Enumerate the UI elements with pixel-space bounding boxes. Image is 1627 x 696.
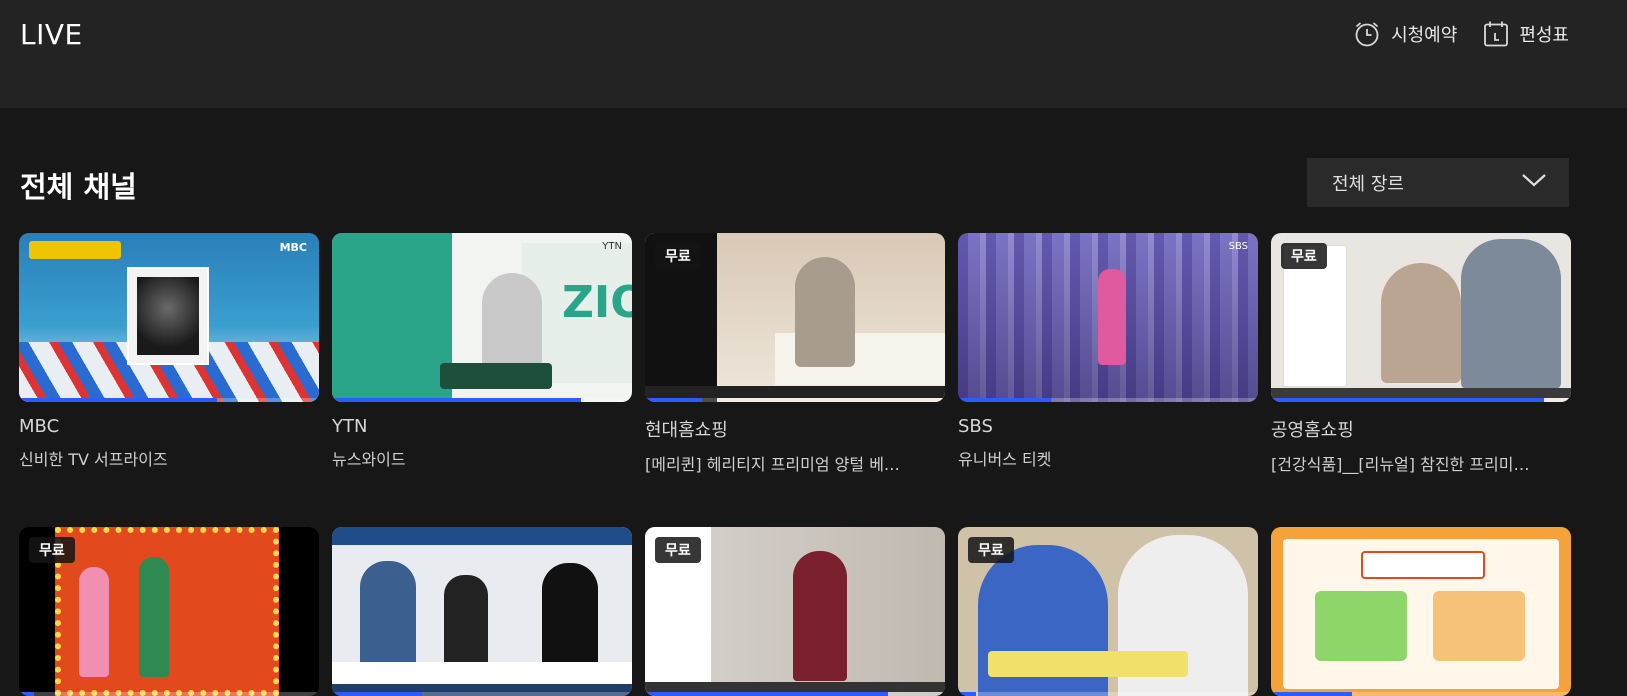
channel-card[interactable] [332, 527, 632, 696]
program-title: 뉴스와이드 [332, 450, 406, 469]
channel-card[interactable]: ZIO YTN YTN 뉴스와이드 [332, 233, 632, 475]
progress-fill [19, 398, 217, 402]
channel-thumbnail[interactable]: ZIO YTN [332, 233, 632, 402]
free-badge: 무료 [968, 537, 1014, 563]
channel-thumbnail[interactable]: SBS [958, 233, 1258, 402]
channel-card[interactable]: 무료 [19, 527, 319, 696]
live-frame-image [332, 527, 632, 696]
channel-thumbnail[interactable]: 무료 [1271, 233, 1571, 402]
free-badge: 무료 [655, 537, 701, 563]
channel-thumbnail[interactable] [1271, 527, 1571, 696]
channel-card[interactable]: 무료 [645, 527, 945, 696]
live-frame-image [1271, 527, 1571, 696]
progress-fill [19, 692, 34, 696]
channel-thumbnail[interactable]: 무료 [958, 527, 1258, 696]
genre-select-value: 전체 장르 [1332, 173, 1404, 195]
top-actions: 시청예약 편성표 [1353, 20, 1569, 48]
channel-name: 현대홈쇼핑 [645, 420, 728, 441]
schedule-label: 편성표 [1519, 25, 1569, 46]
channel-card[interactable]: 무료 [958, 527, 1258, 696]
program-title: [메리퀸] 헤리티지 프리미엄 양털 베… [645, 455, 900, 474]
genre-select[interactable]: 전체 장르 [1307, 158, 1569, 207]
calendar-icon [1483, 20, 1509, 48]
progress-fill [645, 692, 888, 696]
channel-card[interactable]: 무료현대홈쇼핑 [메리퀸] 헤리티지 프리미엄 양털 베… [645, 233, 945, 475]
progress-fill [1271, 692, 1352, 696]
free-badge: 무료 [1281, 243, 1327, 269]
channel-card[interactable]: SBS SBS 유니버스 티켓 [958, 233, 1258, 475]
program-title: 유니버스 티켓 [958, 450, 1052, 469]
progress-track [1271, 398, 1571, 402]
channel-grid: MBC MBC 신비한 TV 서프라이즈 ZIO YTN YTN 뉴스와이드 무료 현대홈… [19, 233, 1571, 696]
page-title: LIVE [20, 18, 83, 51]
progress-fill [1271, 398, 1544, 402]
channel-name: SBS [958, 416, 993, 437]
channel-thumbnail[interactable]: 무료 [19, 527, 319, 696]
live-frame-image: ZIO YTN [332, 233, 632, 402]
channel-card[interactable]: 무료공영홈쇼핑 [건강식품]__[리뉴얼] 참진한 프리미… [1271, 233, 1571, 475]
reserve-button[interactable]: 시청예약 [1353, 20, 1457, 48]
program-title: 신비한 TV 서프라이즈 [19, 450, 168, 469]
live-frame-image: MBC [19, 233, 319, 402]
channel-thumbnail[interactable]: MBC [19, 233, 319, 402]
channel-name: MBC [19, 416, 60, 437]
reserve-label: 시청예약 [1391, 25, 1458, 46]
schedule-button[interactable]: 편성표 [1483, 20, 1569, 48]
progress-fill [332, 692, 422, 696]
progress-track [332, 692, 632, 696]
progress-track [19, 398, 319, 402]
channel-card[interactable] [1271, 527, 1571, 696]
progress-track [332, 398, 632, 402]
chevron-down-icon [1521, 172, 1547, 193]
free-badge: 무료 [655, 243, 701, 269]
top-bar: LIVE 시청예약 편성표 [0, 0, 1627, 108]
live-frame-image: SBS [958, 233, 1258, 402]
progress-track [645, 692, 945, 696]
channel-name: 공영홈쇼핑 [1271, 420, 1354, 441]
channel-thumbnail[interactable]: 무료 [645, 527, 945, 696]
progress-fill [958, 692, 976, 696]
alarm-clock-icon [1353, 20, 1381, 48]
progress-track [958, 398, 1258, 402]
channel-thumbnail[interactable]: 무료 [645, 233, 945, 402]
channel-thumbnail[interactable] [332, 527, 632, 696]
progress-track [1271, 692, 1571, 696]
channel-name: YTN [332, 416, 368, 437]
progress-fill [958, 398, 1051, 402]
section-title: 전체 채널 [20, 170, 137, 204]
program-title: [건강식품]__[리뉴얼] 참진한 프리미… [1271, 455, 1530, 474]
progress-track [19, 692, 319, 696]
progress-fill [645, 398, 702, 402]
progress-track [645, 398, 945, 402]
channel-card[interactable]: MBC MBC 신비한 TV 서프라이즈 [19, 233, 319, 475]
free-badge: 무료 [29, 537, 75, 563]
progress-fill [332, 398, 581, 402]
progress-track [958, 692, 1258, 696]
